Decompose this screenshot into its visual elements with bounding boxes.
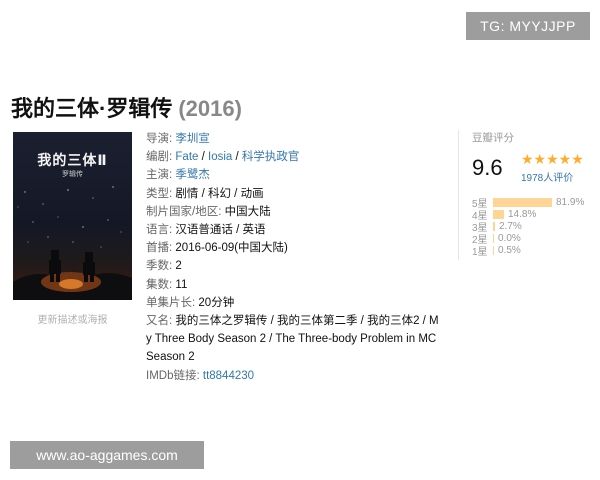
seasons-label: 季数: bbox=[146, 260, 173, 273]
director-link[interactable]: 李圳宣 bbox=[175, 133, 210, 145]
aka-line3: Season 2 bbox=[146, 351, 195, 364]
info-row-imdb: IMDb链接: tt8844230 bbox=[146, 367, 446, 385]
runtime-value: 20分钟 bbox=[198, 296, 235, 309]
genre-label: 类型: bbox=[146, 187, 173, 200]
info-row-writer: 编剧: Fate / Iosia / 科学执政官 bbox=[146, 151, 300, 164]
rating-bar bbox=[493, 233, 494, 243]
rating-row-percent: 81.9% bbox=[556, 196, 585, 208]
rating-breakdown: 5星 81.9% 4星 14.8% 3星 2.7% 2星 0.0% 1星 0.5% bbox=[472, 196, 600, 258]
rating-votes-link[interactable]: 1978人评价 bbox=[521, 169, 573, 184]
info-row-seasons: 季数: 2 bbox=[146, 257, 446, 275]
info-row-runtime: 单集片长: 20分钟 bbox=[146, 294, 446, 312]
rating-title: 豆瓣评分 bbox=[472, 132, 514, 144]
rating-panel: 豆瓣评分 9.6 ★★★★★ 1978人评价 5星 81.9% 4星 14.8% 3… bbox=[458, 130, 598, 260]
aka-line1: 我的三体之罗辑传 / 我的三体第二季 / 我的三体2 / M bbox=[175, 315, 439, 328]
rating-bar bbox=[493, 209, 504, 219]
movie-year: (2016) bbox=[178, 96, 242, 121]
language-value: 汉语普通话 / 英语 bbox=[175, 224, 266, 237]
writer-link[interactable]: 科学执政官 bbox=[242, 151, 300, 163]
page-title: 我的三体·罗辑传 (2016) bbox=[11, 91, 242, 123]
rating-row-percent: 0.5% bbox=[498, 244, 521, 256]
info-row-release: 首播: 2016-06-09(中国大陆) bbox=[146, 239, 446, 257]
imdb-link[interactable]: tt8844230 bbox=[203, 370, 254, 382]
release-label: 首播: bbox=[146, 242, 173, 255]
rating-row-percent: 2.7% bbox=[499, 220, 522, 232]
info-row-cast: 主演: 季鹭杰 bbox=[146, 166, 446, 184]
poster-subtitle: 罗辑传 bbox=[62, 171, 83, 178]
release-value: 2016-06-09(中国大陆) bbox=[175, 242, 288, 255]
writer-link[interactable]: Iosia bbox=[208, 151, 232, 163]
rating-stars-icon: ★★★★★ bbox=[521, 151, 584, 167]
info-row-language: 语言: 汉语普通话 / 英语 bbox=[146, 221, 446, 239]
movie-info: 导演: 李圳宣 编剧: Fate / Iosia / 科学执政官 主演: 季鹭杰… bbox=[146, 130, 446, 385]
rating-bar bbox=[493, 245, 494, 255]
rating-row: 1星 0.5% bbox=[472, 244, 600, 258]
genre-value: 剧情 / 科幻 / 动画 bbox=[175, 187, 264, 200]
rating-bar bbox=[493, 197, 552, 207]
info-row-country: 制片国家/地区: 中国大陆 bbox=[146, 203, 446, 221]
cast-label: 主演: bbox=[146, 169, 173, 182]
episodes-label: 集数: bbox=[146, 278, 173, 291]
info-row-director: 导演: 李圳宣 bbox=[146, 130, 446, 148]
director-label: 导演: bbox=[146, 133, 173, 145]
info-row-episodes: 集数: 11 bbox=[146, 276, 446, 294]
rating-row-label: 1星 bbox=[472, 246, 488, 258]
imdb-label: IMDb链接: bbox=[146, 369, 200, 382]
writer-link[interactable]: Fate bbox=[175, 151, 198, 163]
info-row-aka: 又名: 我的三体之罗辑传 / 我的三体第二季 / 我的三体2 / M bbox=[146, 312, 446, 330]
cast-link[interactable]: 季鹭杰 bbox=[175, 169, 210, 181]
writer-label: 编剧: bbox=[146, 151, 173, 164]
runtime-label: 单集片长: bbox=[146, 296, 196, 309]
episodes-value: 11 bbox=[175, 278, 188, 291]
poster-image[interactable]: 我的三体Ⅱ 罗辑传 bbox=[13, 132, 132, 300]
rating-row-percent: 0.0% bbox=[498, 232, 521, 244]
poster-title: 我的三体Ⅱ bbox=[37, 152, 108, 168]
movie-title: 我的三体·罗辑传 bbox=[11, 96, 173, 121]
rating-row-percent: 14.8% bbox=[508, 208, 537, 220]
seasons-value: 2 bbox=[175, 260, 182, 273]
watermark-top: TG: MYYJJPP bbox=[466, 12, 590, 40]
info-row-genre: 类型: 剧情 / 科幻 / 动画 bbox=[146, 185, 446, 203]
country-label: 制片国家/地区: bbox=[146, 205, 222, 218]
country-value: 中国大陆 bbox=[224, 205, 271, 218]
rating-score: 9.6 bbox=[472, 155, 503, 180]
aka-label: 又名: bbox=[146, 315, 173, 328]
language-label: 语言: bbox=[146, 224, 173, 237]
update-poster-link[interactable]: 更新描述或海报 bbox=[13, 311, 132, 326]
rating-bar bbox=[493, 221, 495, 231]
aka-line2: y Three Body Season 2 / The Three-body P… bbox=[146, 333, 437, 346]
watermark-bottom: www.ao-aggames.com bbox=[10, 441, 204, 469]
